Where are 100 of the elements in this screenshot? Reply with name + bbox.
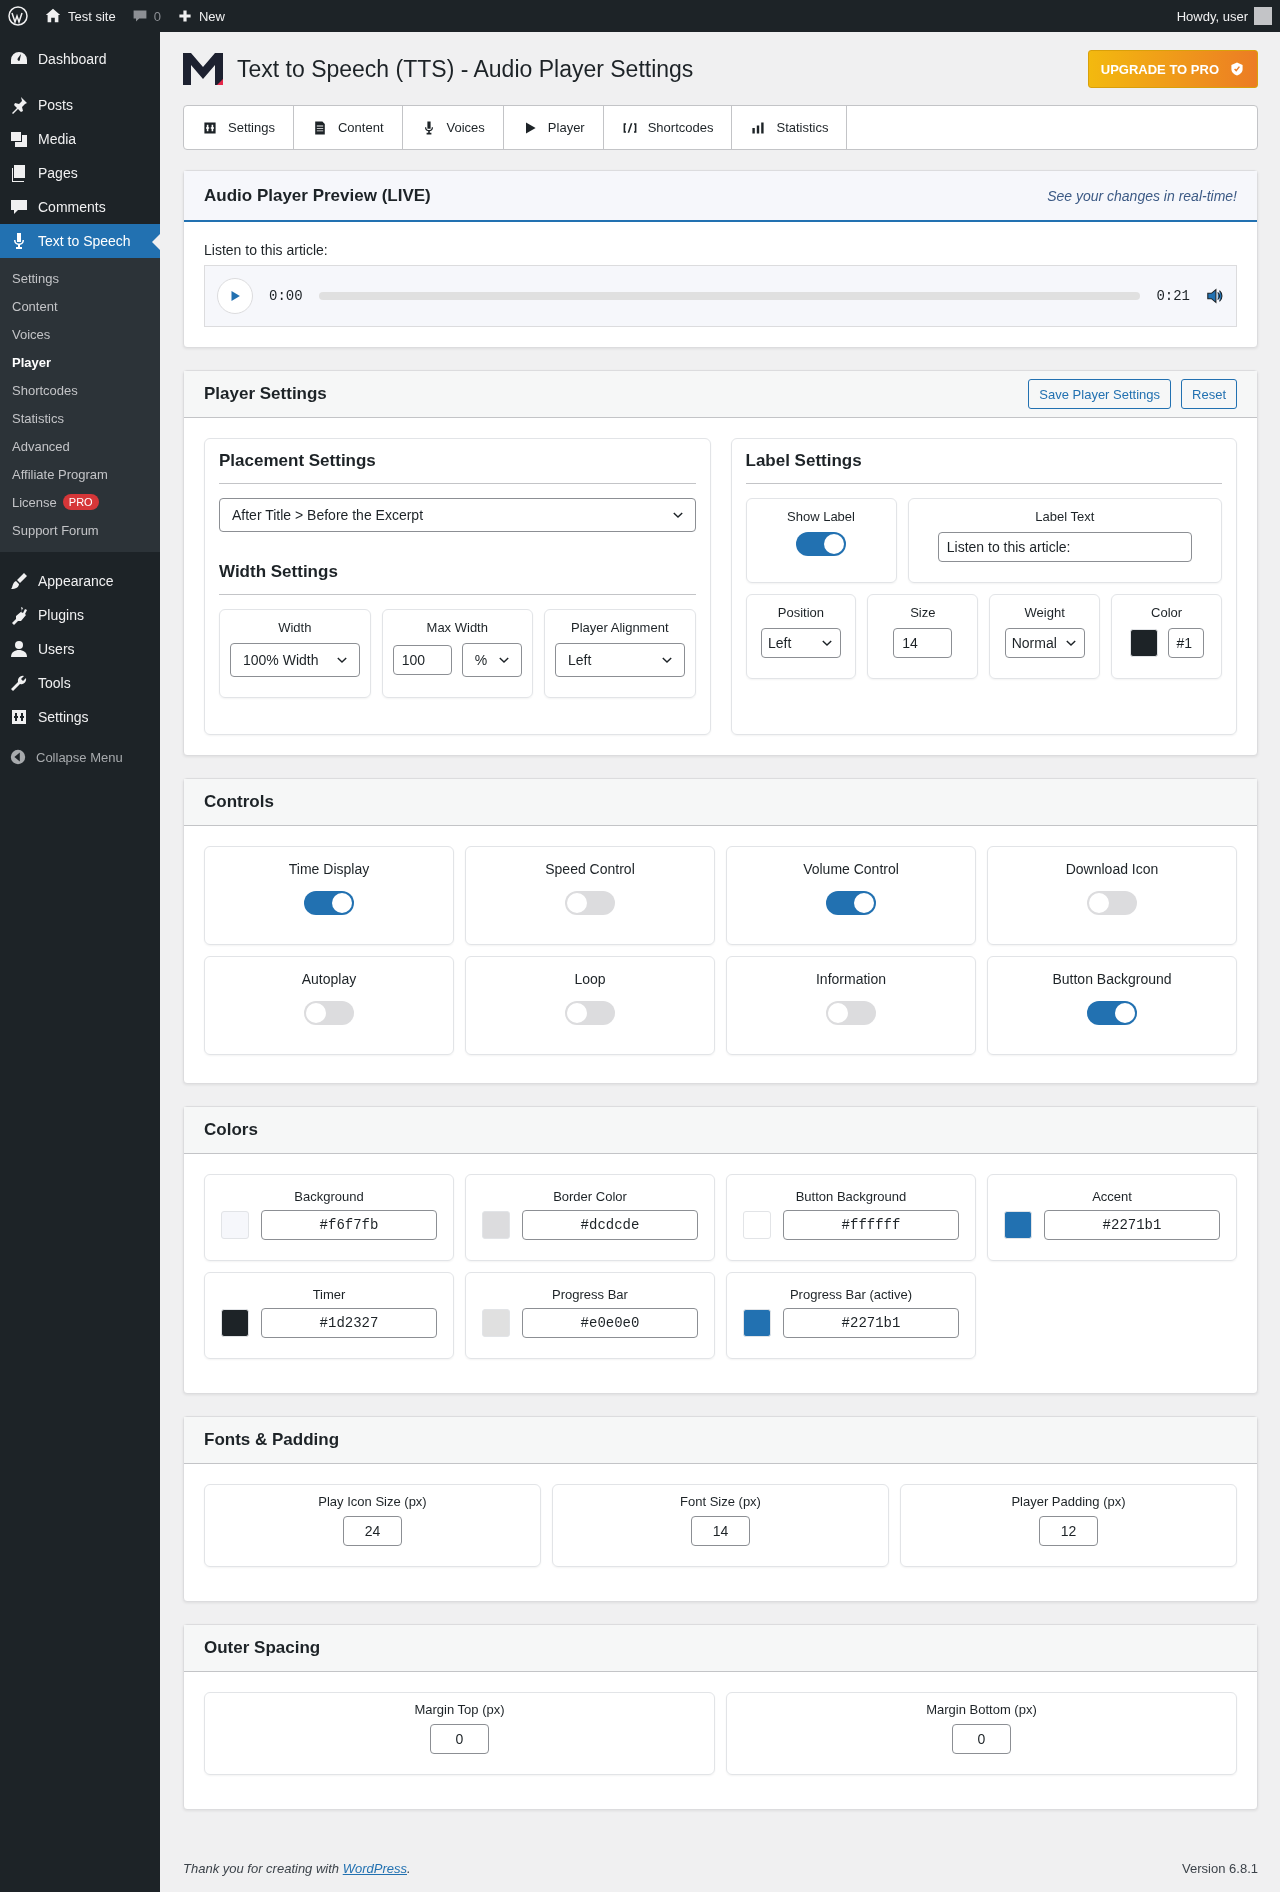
dropdown[interactable]: Left	[555, 643, 685, 677]
color-swatch[interactable]	[221, 1309, 249, 1337]
collapse-menu-button[interactable]: Collapse Menu	[0, 740, 160, 774]
input-field[interactable]: #1	[1167, 628, 1204, 658]
submenu-item[interactable]: License PRO	[0, 488, 160, 516]
color-label: Accent	[1091, 1189, 1133, 1204]
color-swatch[interactable]	[221, 1211, 249, 1239]
section-title: Fonts & Padding	[204, 1430, 340, 1450]
media-icon	[9, 129, 29, 149]
menu-item[interactable]: Tools	[0, 666, 160, 700]
dropdown[interactable]: After Title > Before the Excerpt	[219, 498, 696, 532]
input-field[interactable]: 100	[392, 645, 452, 675]
dropdown[interactable]: Left	[760, 628, 841, 658]
header-button[interactable]: Save Player Settings	[1028, 379, 1172, 409]
input-field[interactable]: Listen to this article:	[937, 532, 1192, 562]
toggle-switch[interactable]	[1087, 1001, 1137, 1025]
submenu-item[interactable]: Content	[0, 292, 160, 320]
submenu-item[interactable]: Affiliate Program	[0, 460, 160, 488]
site-link[interactable]: Test site	[44, 7, 116, 25]
input-field[interactable]: 14	[893, 628, 953, 658]
toggle-switch[interactable]	[796, 532, 846, 556]
color-swatch[interactable]	[1004, 1211, 1032, 1239]
color-input[interactable]: #f6f7fb	[261, 1210, 437, 1240]
submenu-item[interactable]: Shortcodes	[0, 376, 160, 404]
menu-item[interactable]: Appearance	[0, 564, 160, 598]
menu-item[interactable]: Pages	[0, 156, 160, 190]
submenu-item[interactable]: Support Forum	[0, 516, 160, 544]
header-button[interactable]: Reset	[1181, 379, 1237, 409]
tab[interactable]: Settings	[184, 106, 294, 149]
input-field[interactable]: 12	[1039, 1516, 1098, 1546]
field-label: Max Width	[426, 620, 488, 635]
field-label: Weight	[1024, 605, 1065, 620]
input-field[interactable]: 0	[430, 1724, 489, 1754]
bar-chart-icon	[750, 119, 767, 136]
color-swatch[interactable]	[482, 1211, 510, 1239]
wrench-icon	[9, 673, 29, 693]
tab[interactable]: Voices	[402, 106, 504, 149]
color-input[interactable]: #ffffff	[783, 1210, 959, 1240]
input-field[interactable]: 24	[343, 1516, 402, 1546]
menu-item[interactable]: Posts	[0, 88, 160, 122]
comment-icon	[9, 197, 29, 217]
menu-item[interactable]: Users	[0, 632, 160, 666]
tab[interactable]: Shortcodes	[603, 106, 733, 149]
toggle-switch[interactable]	[304, 1001, 354, 1025]
color-swatch[interactable]	[1129, 629, 1158, 657]
menu-item[interactable]: Comments	[0, 190, 160, 224]
greeting-link[interactable]: Howdy, user	[1176, 8, 1248, 24]
toggle-label: Loop	[574, 971, 606, 987]
menu-item[interactable]: Dashboard	[0, 42, 160, 76]
panel-title: Placement Settings	[219, 451, 696, 484]
toggle-switch[interactable]	[826, 1001, 876, 1025]
color-input[interactable]: #e0e0e0	[522, 1308, 698, 1338]
play-button[interactable]	[217, 278, 253, 314]
toggle-switch[interactable]	[565, 891, 615, 915]
menu-item[interactable]: Media	[0, 122, 160, 156]
settings-icon	[9, 707, 29, 727]
submenu-item[interactable]: Statistics	[0, 404, 160, 432]
color-swatch[interactable]	[743, 1309, 771, 1337]
color-input[interactable]: #2271b1	[1044, 1210, 1220, 1240]
sliders-icon	[202, 119, 218, 136]
volume-icon[interactable]	[1206, 287, 1224, 305]
toggle-switch[interactable]	[304, 891, 354, 915]
toggle-label: Button Background	[1052, 971, 1172, 987]
comments-link[interactable]: 0	[131, 8, 161, 24]
toggle-switch[interactable]	[826, 891, 876, 915]
dropdown[interactable]: 100% Width	[230, 643, 360, 677]
toggle-switch[interactable]	[565, 1001, 615, 1025]
submenu-item[interactable]: Settings	[0, 264, 160, 292]
section-title: Player Settings	[204, 384, 327, 404]
dropdown[interactable]: Normal	[1004, 628, 1085, 658]
toggle-label: Download Icon	[1065, 861, 1159, 877]
comment-icon	[131, 8, 148, 24]
color-input[interactable]: #dcdcde	[522, 1210, 698, 1240]
field-label: Player Padding (px)	[1011, 1494, 1126, 1509]
menu-item[interactable]: Plugins	[0, 598, 160, 632]
color-swatch[interactable]	[482, 1309, 510, 1337]
tab[interactable]: Statistics	[732, 106, 848, 149]
toggle-label: Time Display	[288, 861, 370, 877]
input-field[interactable]: 14	[691, 1516, 750, 1546]
brush-icon	[9, 571, 29, 591]
color-swatch[interactable]	[743, 1211, 771, 1239]
input-field[interactable]: 0	[952, 1724, 1011, 1754]
tab[interactable]: Player	[503, 106, 604, 149]
submenu-item[interactable]: Voices	[0, 320, 160, 348]
dropdown[interactable]: %	[461, 643, 522, 677]
panel-title: Width Settings	[219, 562, 696, 595]
submenu-item[interactable]: Player	[0, 348, 160, 376]
current-time: 0:00	[269, 288, 303, 304]
wordpress-link[interactable]: WordPress	[342, 1860, 407, 1876]
color-input[interactable]: #1d2327	[261, 1308, 437, 1338]
menu-item[interactable]: Settings	[0, 700, 160, 734]
field-label: Show Label	[787, 509, 855, 524]
tab[interactable]: Content	[294, 106, 403, 149]
submenu-item[interactable]: Advanced	[0, 432, 160, 460]
home-icon	[44, 7, 62, 25]
color-input[interactable]: #2271b1	[783, 1308, 959, 1338]
field-label: Position	[777, 605, 825, 620]
new-link[interactable]: New	[176, 8, 225, 24]
toggle-switch[interactable]	[1087, 891, 1137, 915]
menu-item[interactable]: Text to Speech	[0, 224, 160, 258]
